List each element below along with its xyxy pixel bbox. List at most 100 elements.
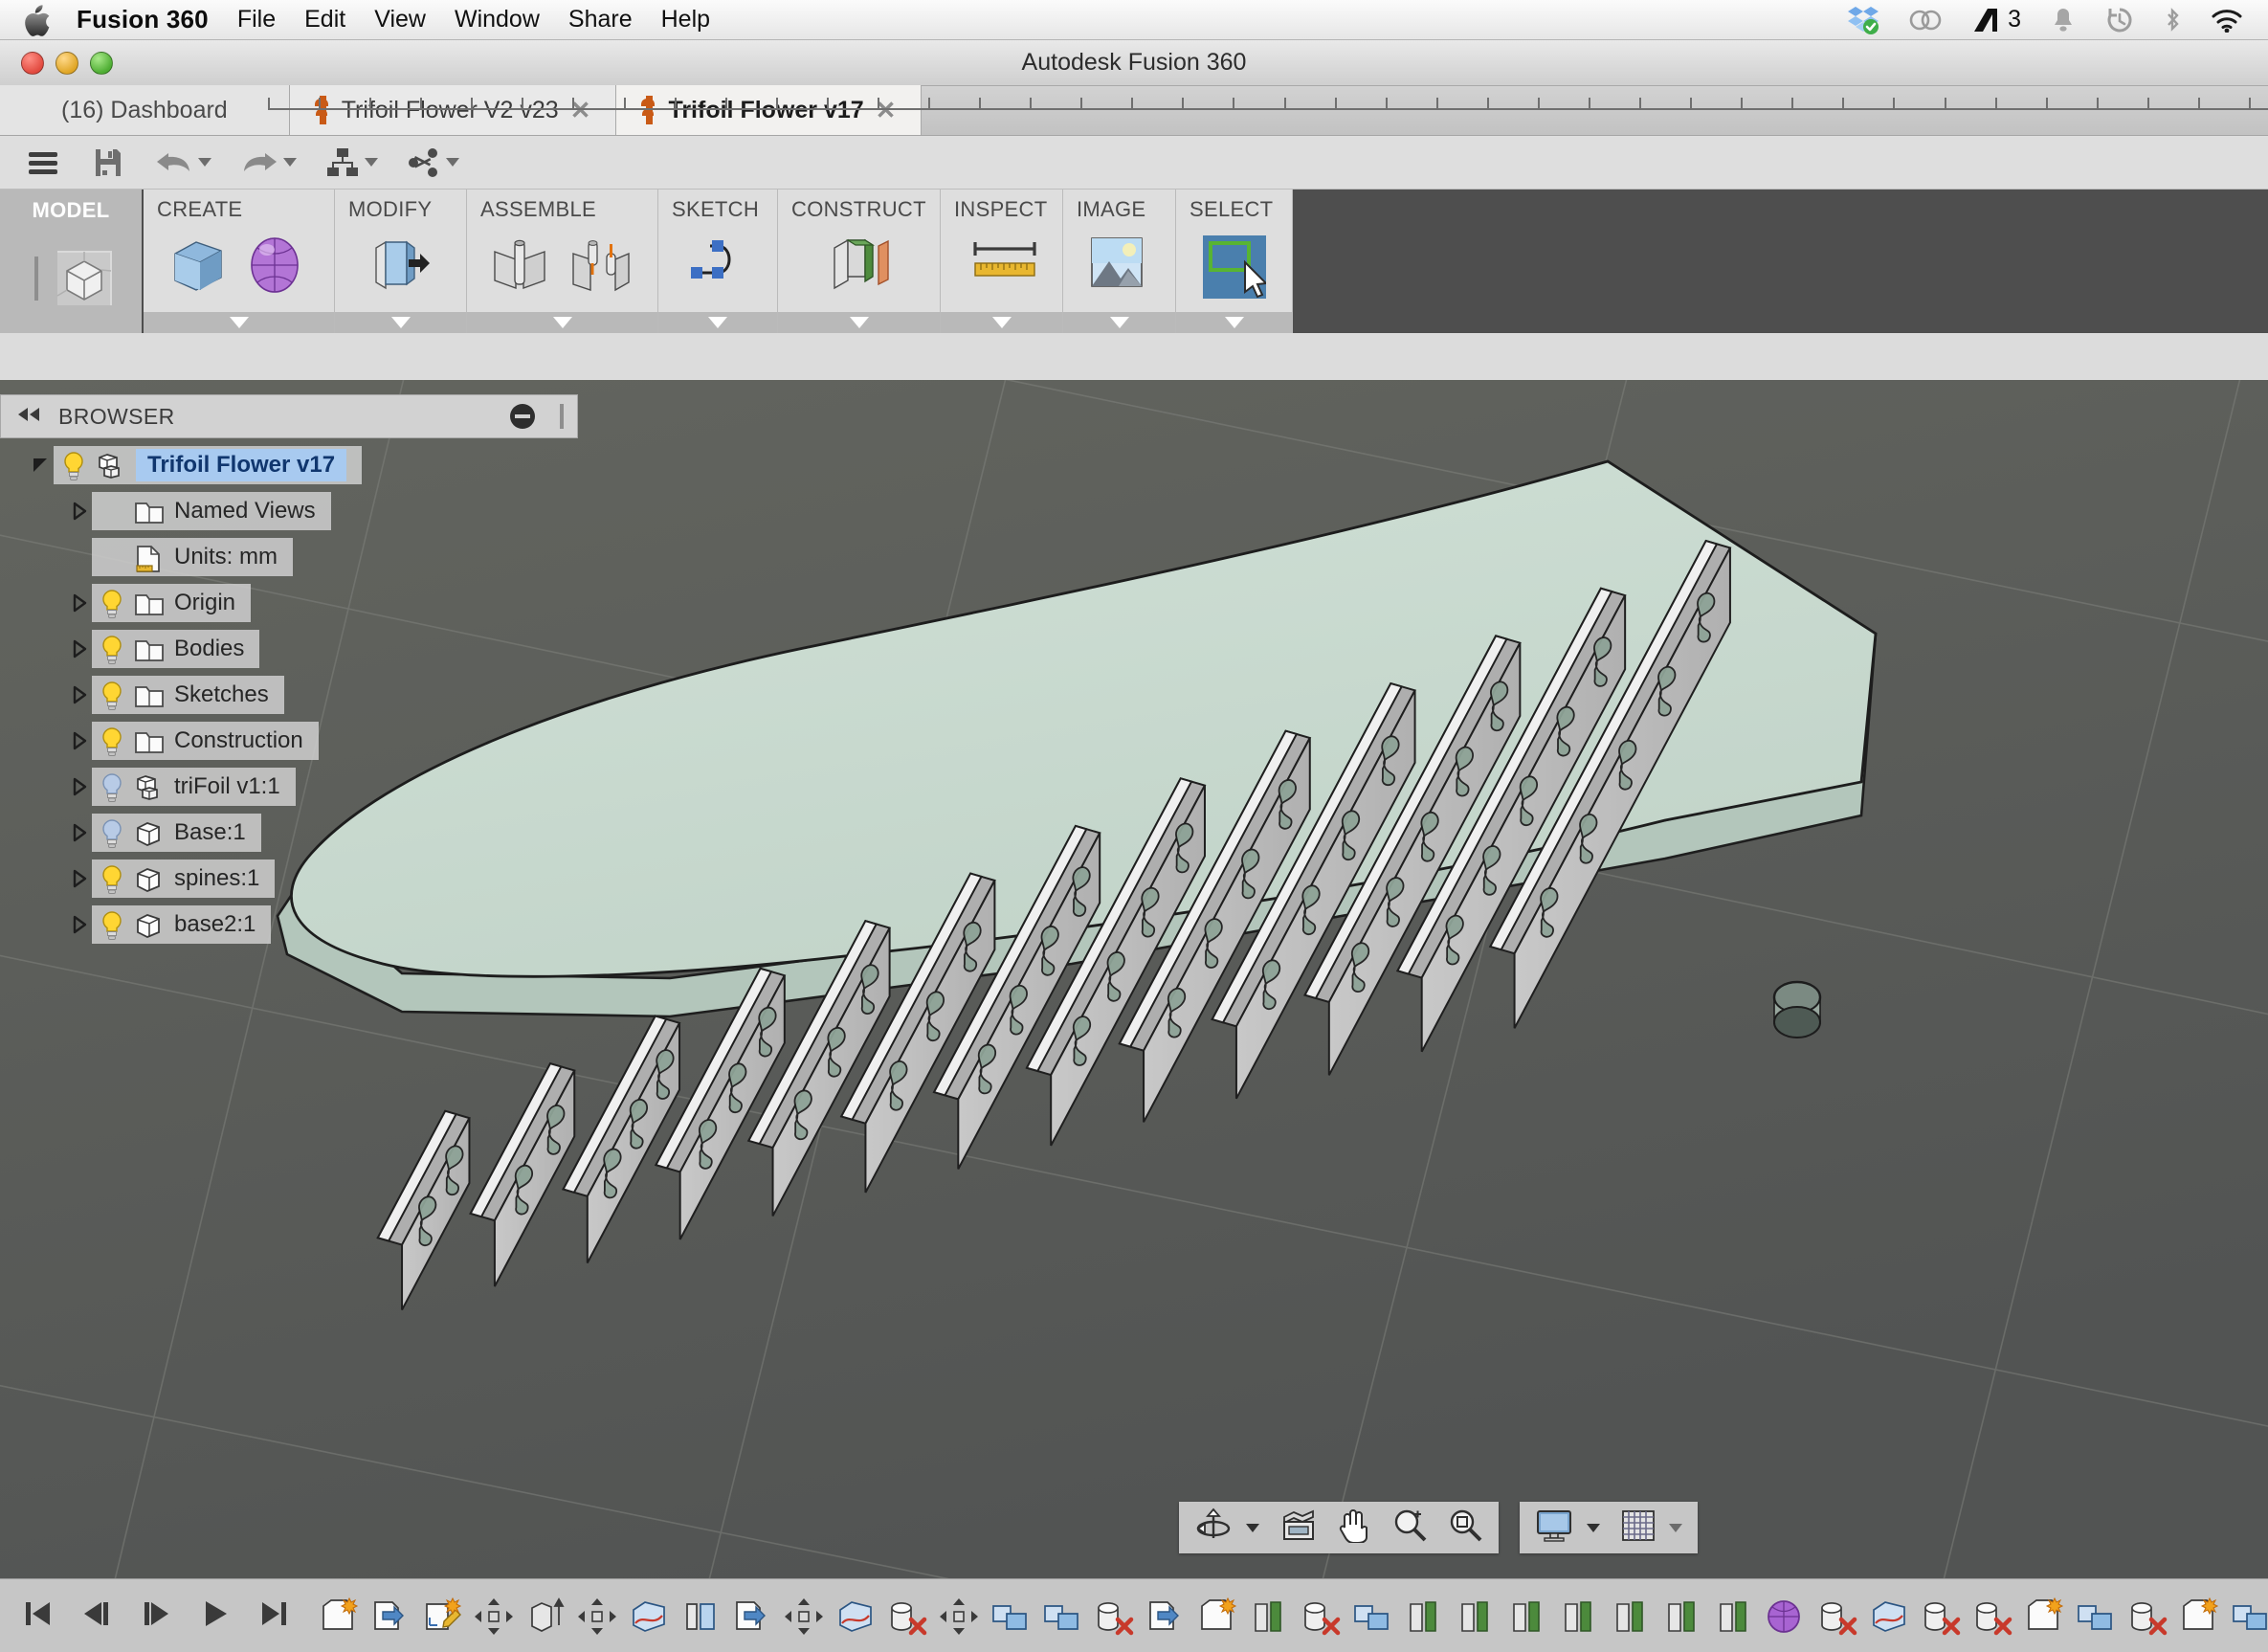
share-button[interactable] [399, 144, 467, 182]
timeline-feature-cut-icon[interactable] [1093, 1596, 1137, 1639]
ribbon-panel-select-expand[interactable] [1176, 312, 1292, 333]
extrude-box-icon[interactable] [167, 234, 233, 300]
minus-circle-icon[interactable] [510, 404, 535, 429]
timeline-feature-sketch-icon[interactable] [1196, 1596, 1240, 1639]
skip-start-icon[interactable] [21, 1597, 54, 1635]
browser-tree-item-spines-1[interactable]: spines:1 [0, 858, 584, 900]
timeline-feature-delete-body-icon[interactable] [2126, 1596, 2170, 1639]
timeline-feature-cut-icon[interactable] [886, 1596, 930, 1639]
offset-plane-icon[interactable] [827, 234, 892, 300]
timeline-feature-plane-icon[interactable] [1403, 1596, 1447, 1639]
monitor-icon[interactable] [1535, 1508, 1573, 1548]
visibility-bulb-icon[interactable] [100, 589, 124, 618]
menu-window[interactable]: Window [455, 6, 540, 33]
browser-tree-item-base-1[interactable]: Base:1 [0, 812, 584, 854]
redo-button[interactable] [233, 145, 304, 181]
tree-expander-collapsed[interactable] [67, 914, 92, 935]
tree-expander-collapsed[interactable] [67, 776, 92, 797]
timeline-feature-move-icon[interactable] [576, 1596, 620, 1639]
wifi-icon[interactable] [2211, 8, 2243, 33]
time-machine-icon[interactable] [2105, 6, 2134, 34]
apple-logo-icon[interactable] [23, 1, 56, 39]
look-at-icon[interactable] [1280, 1509, 1317, 1547]
chevron-down-icon[interactable] [1669, 1523, 1682, 1532]
skip-end-icon[interactable] [258, 1597, 291, 1635]
timeline-feature-extrude-icon[interactable] [369, 1596, 413, 1639]
new-component-icon[interactable] [491, 234, 556, 300]
timeline-feature-sketch-icon[interactable] [2023, 1596, 2067, 1639]
browser-tree-item-units-mm[interactable]: Units: mm [0, 536, 584, 578]
timeline-feature-plane-icon[interactable] [1506, 1596, 1550, 1639]
sculpt-sphere-icon[interactable] [246, 234, 311, 300]
creative-cloud-icon[interactable] [1908, 6, 1943, 34]
timeline-feature-extrude-up-icon[interactable] [524, 1596, 568, 1639]
timeline-feature-extrude-icon[interactable] [1145, 1596, 1189, 1639]
browser-tree-item-construction[interactable]: Construction [0, 720, 584, 762]
menu-app-name[interactable]: Fusion 360 [77, 5, 209, 34]
step-back-icon[interactable] [80, 1597, 113, 1635]
visibility-bulb-icon[interactable] [100, 864, 124, 894]
timeline-feature-combine-icon[interactable] [2230, 1596, 2268, 1639]
dropbox-icon[interactable] [1847, 5, 1879, 35]
chevron-down-icon[interactable] [1246, 1523, 1259, 1532]
ribbon-grip-icon[interactable] [34, 256, 38, 301]
workspace-tab-model[interactable]: MODEL [0, 190, 144, 333]
menu-view[interactable]: View [374, 6, 426, 33]
app-menu-button[interactable] [19, 145, 67, 181]
menu-edit[interactable]: Edit [304, 6, 345, 33]
timeline-feature-edit-sketch-icon[interactable] [421, 1596, 465, 1639]
timeline-feature-rib-icon[interactable] [679, 1596, 723, 1639]
step-forward-icon[interactable] [140, 1597, 172, 1635]
press-pull-icon[interactable] [368, 234, 434, 300]
browser-tree-item-named-views[interactable]: Named Views [0, 490, 584, 532]
browser-tree-item-bodies[interactable]: Bodies [0, 628, 584, 670]
ribbon-panel-construct-expand[interactable] [778, 312, 940, 333]
timeline-feature-move-icon[interactable] [783, 1596, 827, 1639]
joint-icon[interactable] [569, 234, 634, 300]
ribbon-panel-sketch-expand[interactable] [658, 312, 777, 333]
chevron-down-icon[interactable] [198, 158, 211, 167]
timeline-feature-combine-icon[interactable] [2075, 1596, 2119, 1639]
tree-expander-expanded[interactable] [29, 455, 54, 476]
ribbon-panel-create-expand[interactable] [144, 312, 334, 333]
timeline-feature-sketch-icon[interactable] [318, 1596, 362, 1639]
timeline-feature-plane-icon[interactable] [1713, 1596, 1757, 1639]
measure-ruler-icon[interactable] [969, 234, 1036, 300]
menu-share[interactable]: Share [568, 6, 633, 33]
timeline-feature-sketch-icon[interactable] [2178, 1596, 2222, 1639]
visibility-bulb-icon[interactable] [61, 451, 86, 480]
timeline-feature-cut-icon[interactable] [1300, 1596, 1344, 1639]
visibility-bulb-icon[interactable] [100, 818, 124, 848]
browser-tree-item-trifoil-flower-v17[interactable]: Trifoil Flower v17 [0, 444, 584, 486]
menu-help[interactable]: Help [661, 6, 710, 33]
visibility-bulb-icon[interactable] [100, 635, 124, 664]
tree-expander-collapsed[interactable] [67, 868, 92, 889]
undo-button[interactable] [147, 145, 219, 181]
save-button[interactable] [86, 144, 130, 182]
3d-viewport[interactable]: BROWSER Trifoil Flower v17 Named Views Uni… [0, 380, 2268, 1578]
timeline-feature-sculpt-sphere-icon[interactable] [1765, 1596, 1809, 1639]
tab-dashboard[interactable]: (16) Dashboard [0, 85, 290, 135]
browser-tree-item-origin[interactable]: Origin [0, 582, 584, 624]
timeline-feature-plane-icon[interactable] [1558, 1596, 1602, 1639]
timeline-feature-extrude-icon[interactable] [731, 1596, 775, 1639]
chevron-down-icon[interactable] [283, 158, 297, 167]
panel-grip-icon[interactable] [560, 404, 564, 429]
timeline-feature-delete-body-icon[interactable] [1971, 1596, 2015, 1639]
tree-expander-collapsed[interactable] [67, 638, 92, 659]
visibility-bulb-icon[interactable] [100, 772, 124, 802]
timeline-feature-move-icon[interactable] [473, 1596, 517, 1639]
spline-curve-icon[interactable] [685, 234, 750, 300]
timeline-feature-combine-icon[interactable] [1041, 1596, 1085, 1639]
timeline-feature-loft-icon[interactable] [628, 1596, 672, 1639]
timeline-feature-plane-icon[interactable] [1455, 1596, 1499, 1639]
visibility-bulb-icon[interactable] [100, 726, 124, 756]
chevron-down-icon[interactable] [365, 158, 378, 167]
timeline-feature-loft-icon[interactable] [1868, 1596, 1912, 1639]
ribbon-panel-inspect-expand[interactable] [941, 312, 1062, 333]
tree-expander-collapsed[interactable] [67, 822, 92, 843]
tree-expander-collapsed[interactable] [67, 684, 92, 705]
visibility-bulb-icon[interactable] [100, 681, 124, 710]
tree-expander-collapsed[interactable] [67, 730, 92, 751]
ribbon-panel-assemble-expand[interactable] [467, 312, 657, 333]
